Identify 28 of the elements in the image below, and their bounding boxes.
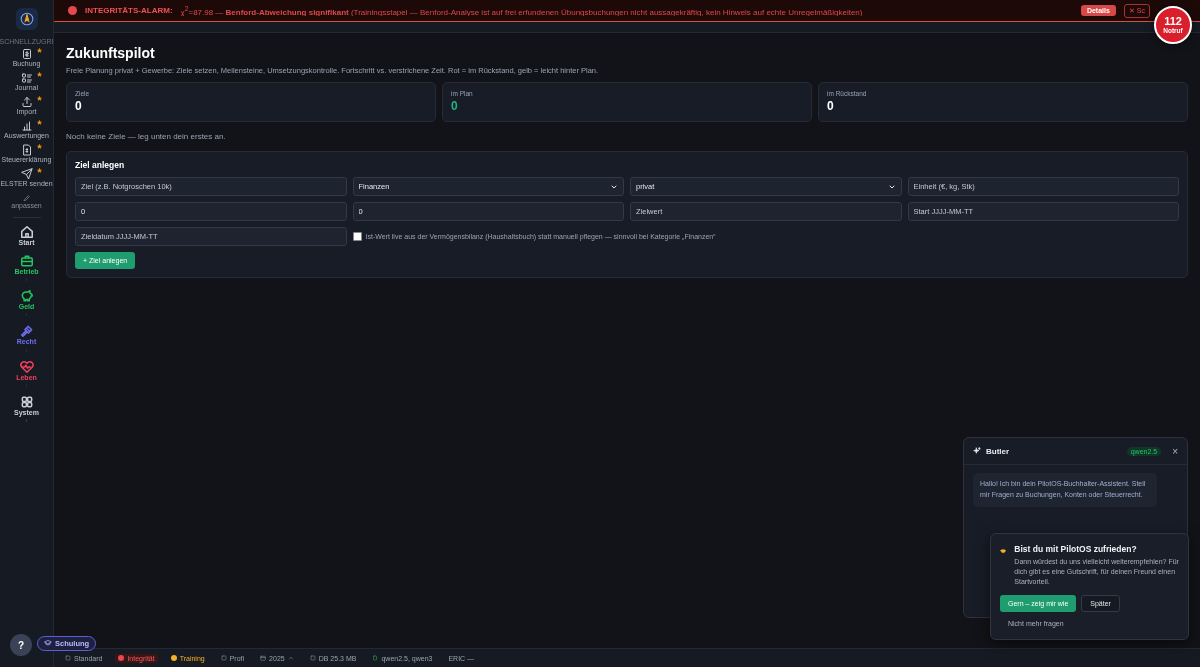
- checkbox[interactable]: [352, 232, 362, 241]
- empty-message: Noch keine Ziele — leg unten dein erstes an.: [66, 132, 227, 141]
- caret-up-icon: [287, 655, 294, 661]
- send-icon: [20, 168, 33, 181]
- graduation-cap-icon: [44, 639, 52, 647]
- document-icon: [20, 144, 33, 157]
- alert-message: χ$^{2}$=87.98 — Benford-Abweichung signifikant (Trainingsstapel — Benford-Analyse ist auf frei erfundenen Übungsbuchungen nicht aussagekräftig, kein Hinweis auf echte Unregelmäßigkeiten): [180, 4, 864, 17]
- stat-value: 0: [451, 99, 459, 113]
- app-logo: [15, 8, 38, 30]
- status-dot-icon: [170, 655, 177, 661]
- close-button[interactable]: ×: [1172, 445, 1178, 457]
- form-title: Ziel anlegen: [75, 160, 126, 170]
- alert-title: INTEGRITÄTS-ALARM:: [85, 6, 173, 15]
- list-icon: [20, 72, 33, 85]
- document-icon: [20, 48, 33, 60]
- stat-value: 0: [827, 99, 835, 113]
- popup-title: Bist du mit PilotOS zufrieden?: [1014, 544, 1138, 554]
- upload-icon: [20, 96, 33, 109]
- sparkle-icon: [973, 447, 981, 455]
- panel-title: Butler: [986, 446, 1011, 456]
- pencil-icon: [22, 194, 31, 203]
- alert-dot-icon: [68, 6, 77, 15]
- status-dot-icon: [118, 655, 125, 661]
- bar-chart-icon: [20, 120, 33, 133]
- stat-value: 0: [75, 99, 83, 113]
- chip-icon: [372, 655, 379, 661]
- page-title: Zukunftspilot: [66, 45, 156, 61]
- calendar-icon: [260, 655, 267, 661]
